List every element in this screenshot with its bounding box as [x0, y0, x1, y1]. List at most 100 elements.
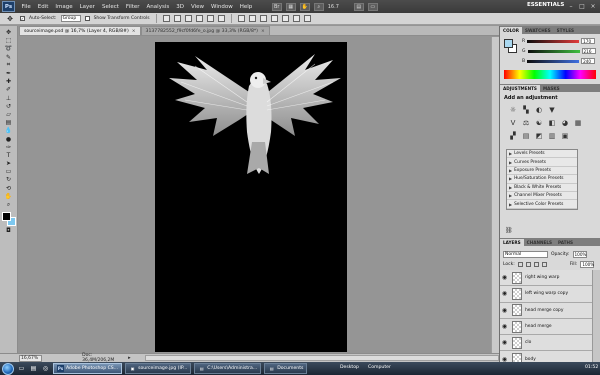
tab-jpg[interactable]: 3137782552_f9cf0fd6fe_o.jpg @ 33,3% (RGB…: [140, 26, 270, 35]
workspace-switcher[interactable]: ESSENTIALS: [527, 2, 564, 8]
clone-stamp-icon[interactable]: ⊥: [2, 95, 15, 102]
layer-row[interactable]: ◉ right wing warp: [500, 270, 592, 287]
tab-masks[interactable]: MASKS: [540, 85, 563, 92]
align-middle-icon[interactable]: [173, 15, 181, 22]
color-spectrum-ramp[interactable]: [504, 70, 596, 79]
hand-icon[interactable]: ✋: [299, 2, 310, 11]
3d-orbit-icon[interactable]: ⟲: [2, 185, 15, 192]
visibility-eye-icon[interactable]: ◉: [500, 323, 509, 330]
selective-color-icon[interactable]: ▣: [560, 131, 570, 140]
zoom-icon[interactable]: ⌕: [313, 2, 324, 11]
tab-paths[interactable]: PATHS: [555, 239, 576, 246]
eraser-icon[interactable]: ▱: [2, 111, 15, 118]
folder-icon[interactable]: ▤: [29, 365, 38, 373]
close-button[interactable]: ×: [588, 2, 598, 10]
move-icon[interactable]: ✥: [2, 29, 15, 36]
tab-channels[interactable]: CHANNELS: [524, 239, 555, 246]
menu-analysis[interactable]: Analysis: [143, 4, 173, 10]
status-menu-arrow-icon[interactable]: ▸: [128, 355, 131, 361]
lock-transparency-icon[interactable]: [517, 262, 523, 267]
preset-channel-mixer[interactable]: ▶ Channel Mixer Presets: [507, 192, 577, 201]
zoom-field[interactable]: 16,67%: [19, 354, 43, 362]
marquee-icon[interactable]: ⬚: [2, 37, 15, 44]
show-desktop-icon[interactable]: ▭: [17, 365, 26, 373]
lock-pixels-icon[interactable]: [525, 262, 531, 267]
taskbar-explorer[interactable]: ▤ C:\Users\Administra...: [194, 363, 262, 374]
start-button[interactable]: [2, 362, 14, 375]
maximize-button[interactable]: □: [577, 2, 587, 10]
path-select-icon[interactable]: ➤: [2, 160, 15, 167]
zoom-tool-icon[interactable]: ⌕: [2, 201, 15, 208]
computer-toolbar[interactable]: Computer: [368, 365, 391, 370]
document-canvas[interactable]: [155, 42, 347, 352]
brightness-icon[interactable]: ☼: [508, 105, 518, 114]
auto-align-icon[interactable]: [303, 15, 311, 22]
preset-exposure[interactable]: ▶ Exposure Presets: [507, 167, 577, 176]
blue-slider[interactable]: [527, 59, 580, 63]
menu-help[interactable]: Help: [236, 4, 256, 10]
distribute-bottom-icon[interactable]: [259, 15, 267, 22]
visibility-eye-icon[interactable]: ◉: [500, 290, 509, 297]
layer-row[interactable]: ◉ clo: [500, 335, 592, 352]
link-icon[interactable]: ⛓: [505, 227, 513, 234]
foreground-color-swatch[interactable]: [504, 39, 513, 48]
black-white-icon[interactable]: ☯: [534, 118, 544, 127]
foreground-color-swatch[interactable]: [1, 212, 11, 222]
history-brush-icon[interactable]: ↺: [2, 103, 15, 110]
blue-value-field[interactable]: 240: [581, 58, 596, 64]
opacity-field[interactable]: 100%: [572, 251, 587, 258]
visibility-eye-icon[interactable]: ◉: [500, 307, 509, 314]
browser-icon[interactable]: ◎: [41, 365, 50, 373]
curves-icon[interactable]: ◐: [534, 105, 544, 114]
tab-layers[interactable]: LAYERS: [500, 239, 524, 246]
type-icon[interactable]: T: [2, 152, 15, 159]
preset-hue-saturation[interactable]: ▶ Hue/Saturation Presets: [507, 175, 577, 184]
bridge-icon[interactable]: Br: [271, 2, 282, 11]
menu-file[interactable]: File: [18, 4, 34, 10]
canvas-horizontal-scrollbar[interactable]: [144, 355, 499, 361]
threshold-icon[interactable]: ◩: [534, 131, 544, 140]
tab-sourceimage[interactable]: sourceimage.psd @ 16,7% (Layer 4, RGB/8#…: [19, 26, 141, 35]
menu-view[interactable]: View: [187, 4, 207, 10]
menu-image[interactable]: Image: [52, 4, 76, 10]
hand-tool-icon[interactable]: ✋: [2, 193, 15, 200]
green-value-field[interactable]: 216: [581, 48, 596, 54]
align-right-icon[interactable]: [217, 15, 225, 22]
arrange-documents-icon[interactable]: ▤: [353, 2, 364, 11]
pen-icon[interactable]: ✑: [2, 144, 15, 151]
menu-3d[interactable]: 3D: [173, 4, 188, 10]
brush-icon[interactable]: ✐: [2, 86, 15, 93]
canvas-area[interactable]: [19, 37, 499, 353]
eyedropper-icon[interactable]: ✒: [2, 70, 15, 77]
auto-select-dropdown[interactable]: Group: [60, 15, 81, 22]
visibility-eye-icon[interactable]: ◉: [500, 274, 509, 281]
auto-select-checkbox[interactable]: ✓: [20, 16, 25, 21]
layer-row[interactable]: ◉ head merge: [500, 318, 592, 336]
distribute-left-icon[interactable]: [270, 15, 278, 22]
canvas-vertical-scrollbar[interactable]: [491, 37, 499, 353]
preset-curves[interactable]: ▶ Curves Presets: [507, 158, 577, 167]
lock-position-icon[interactable]: [533, 262, 539, 267]
crop-icon[interactable]: ⌗: [2, 61, 15, 69]
tab-adjustments[interactable]: ADJUSTMENTS: [500, 85, 540, 92]
red-slider[interactable]: [527, 39, 580, 43]
align-bottom-icon[interactable]: [184, 15, 192, 22]
visibility-eye-icon[interactable]: ◉: [500, 339, 509, 346]
menu-layer[interactable]: Layer: [76, 4, 98, 10]
hue-saturation-icon[interactable]: ◕: [560, 118, 570, 127]
tab-swatches[interactable]: SWATCHES: [522, 27, 554, 34]
red-value-field[interactable]: 170: [581, 38, 596, 44]
fill-field[interactable]: 100%: [580, 261, 595, 268]
taskbar-documents[interactable]: ▤ Documents: [264, 363, 308, 374]
color-balance-icon[interactable]: ⚖: [521, 118, 531, 127]
align-center-icon[interactable]: [206, 15, 214, 22]
zoom-level-menu[interactable]: 16.7: [328, 4, 350, 10]
move-tool-icon[interactable]: ✥: [4, 14, 16, 23]
lasso-icon[interactable]: ➰: [2, 45, 15, 52]
green-slider[interactable]: [527, 49, 580, 53]
distribute-middle-icon[interactable]: [248, 15, 256, 22]
menu-select[interactable]: Select: [98, 4, 122, 10]
layer-row[interactable]: ◉ left wing warp copy: [500, 286, 592, 303]
taskbar-photoshop[interactable]: Ps Adobe Photoshop CS...: [53, 363, 123, 374]
3d-rotate-icon[interactable]: ↻: [2, 176, 15, 183]
